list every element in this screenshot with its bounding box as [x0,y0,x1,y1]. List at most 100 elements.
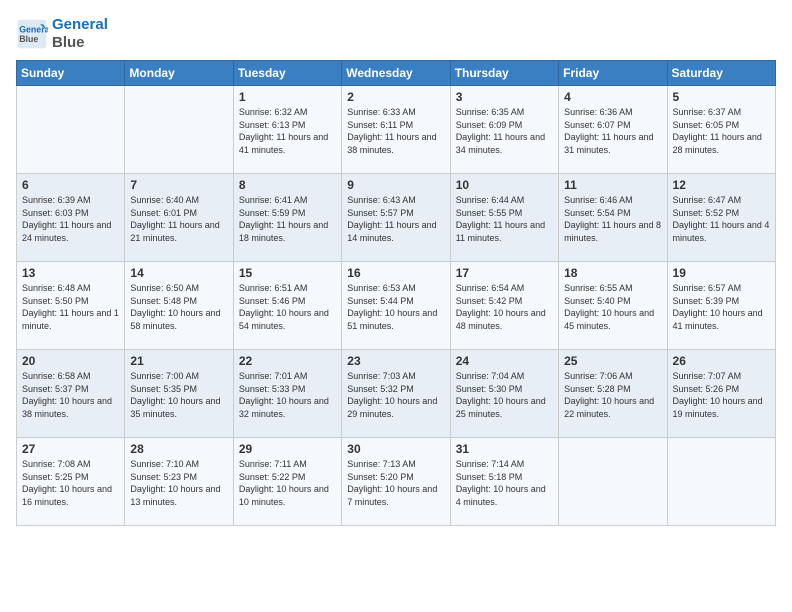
day-info: Sunrise: 7:08 AM Sunset: 5:25 PM Dayligh… [22,458,119,508]
day-info: Sunrise: 6:33 AM Sunset: 6:11 PM Dayligh… [347,106,444,156]
day-info: Sunrise: 6:51 AM Sunset: 5:46 PM Dayligh… [239,282,336,332]
day-info: Sunrise: 6:36 AM Sunset: 6:07 PM Dayligh… [564,106,661,156]
day-info: Sunrise: 7:07 AM Sunset: 5:26 PM Dayligh… [673,370,770,420]
day-number: 3 [456,90,553,104]
calendar-week-row: 6 Sunrise: 6:39 AM Sunset: 6:03 PM Daylig… [17,174,776,262]
day-header-sunday: Sunday [17,61,125,86]
calendar-cell: 24Sunrise: 7:04 AM Sunset: 5:30 PM Dayli… [450,350,558,438]
calendar-cell: 2 Sunrise: 6:33 AM Sunset: 6:11 PM Daylig… [342,86,450,174]
day-number: 11 [564,178,661,192]
calendar-cell [17,86,125,174]
day-number: 10 [456,178,553,192]
calendar-header-row: SundayMondayTuesdayWednesdayThursdayFrid… [17,61,776,86]
day-number: 9 [347,178,444,192]
day-number: 8 [239,178,336,192]
day-info: Sunrise: 6:46 AM Sunset: 5:54 PM Dayligh… [564,194,661,244]
day-info: Sunrise: 6:41 AM Sunset: 5:59 PM Dayligh… [239,194,336,244]
day-number: 12 [673,178,770,192]
calendar-cell: 3 Sunrise: 6:35 AM Sunset: 6:09 PM Daylig… [450,86,558,174]
calendar-cell: 21Sunrise: 7:00 AM Sunset: 5:35 PM Dayli… [125,350,233,438]
day-info: Sunrise: 6:32 AM Sunset: 6:13 PM Dayligh… [239,106,336,156]
day-info: Sunrise: 6:50 AM Sunset: 5:48 PM Dayligh… [130,282,227,332]
calendar-cell: 12 Sunrise: 6:47 AM Sunset: 5:52 PM Dayli… [667,174,775,262]
calendar-cell: 23 Sunrise: 7:03 AM Sunset: 5:32 PM Dayli… [342,350,450,438]
day-info: Sunrise: 6:40 AM Sunset: 6:01 PM Dayligh… [130,194,227,244]
day-info: Sunrise: 7:01 AM Sunset: 5:33 PM Dayligh… [239,370,336,420]
calendar-cell [125,86,233,174]
day-header-thursday: Thursday [450,61,558,86]
day-number: 31 [456,442,553,456]
calendar-cell [667,438,775,526]
day-info: Sunrise: 6:44 AM Sunset: 5:55 PM Dayligh… [456,194,553,244]
day-number: 17 [456,266,553,280]
calendar-cell: 4 Sunrise: 6:36 AM Sunset: 6:07 PM Daylig… [559,86,667,174]
calendar-cell: 27 Sunrise: 7:08 AM Sunset: 5:25 PM Dayli… [17,438,125,526]
day-header-monday: Monday [125,61,233,86]
calendar-cell: 18 Sunrise: 6:55 AM Sunset: 5:40 PM Dayli… [559,262,667,350]
day-info: Sunrise: 6:54 AM Sunset: 5:42 PM Dayligh… [456,282,553,332]
logo: General Blue General Blue [16,16,108,52]
calendar-body: 1 Sunrise: 6:32 AM Sunset: 6:13 PM Daylig… [17,86,776,526]
day-number: 22 [239,354,336,368]
day-number: 28 [130,442,227,456]
day-info: Sunrise: 6:43 AM Sunset: 5:57 PM Dayligh… [347,194,444,244]
day-info: Sunrise: 7:04 AM Sunset: 5:30 PM Dayligh… [456,370,553,420]
day-info: Sunrise: 6:47 AM Sunset: 5:52 PM Dayligh… [673,194,770,244]
calendar-cell: 30 Sunrise: 7:13 AM Sunset: 5:20 PM Dayli… [342,438,450,526]
day-number: 7 [130,178,227,192]
logo-icon: General Blue [16,18,48,50]
day-info: Sunrise: 6:39 AM Sunset: 6:03 PM Dayligh… [22,194,119,244]
day-number: 18 [564,266,661,280]
day-info: Sunrise: 7:06 AM Sunset: 5:28 PM Dayligh… [564,370,661,420]
calendar-cell: 28 Sunrise: 7:10 AM Sunset: 5:23 PM Dayli… [125,438,233,526]
day-number: 21 [130,354,227,368]
day-info: Sunrise: 7:03 AM Sunset: 5:32 PM Dayligh… [347,370,444,420]
day-number: 5 [673,90,770,104]
calendar-cell: 1 Sunrise: 6:32 AM Sunset: 6:13 PM Daylig… [233,86,341,174]
day-number: 27 [22,442,119,456]
calendar-table: SundayMondayTuesdayWednesdayThursdayFrid… [16,60,776,526]
day-header-saturday: Saturday [667,61,775,86]
calendar-cell: 20 Sunrise: 6:58 AM Sunset: 5:37 PM Dayli… [17,350,125,438]
day-info: Sunrise: 6:57 AM Sunset: 5:39 PM Dayligh… [673,282,770,332]
day-info: Sunrise: 6:58 AM Sunset: 5:37 PM Dayligh… [22,370,119,420]
day-info: Sunrise: 6:35 AM Sunset: 6:09 PM Dayligh… [456,106,553,156]
calendar-cell: 25 Sunrise: 7:06 AM Sunset: 5:28 PM Dayli… [559,350,667,438]
day-number: 1 [239,90,336,104]
day-number: 16 [347,266,444,280]
day-number: 15 [239,266,336,280]
day-info: Sunrise: 7:11 AM Sunset: 5:22 PM Dayligh… [239,458,336,508]
day-number: 6 [22,178,119,192]
calendar-cell: 10 Sunrise: 6:44 AM Sunset: 5:55 PM Dayli… [450,174,558,262]
day-number: 25 [564,354,661,368]
day-number: 4 [564,90,661,104]
day-info: Sunrise: 7:14 AM Sunset: 5:18 PM Dayligh… [456,458,553,508]
calendar-cell: 26 Sunrise: 7:07 AM Sunset: 5:26 PM Dayli… [667,350,775,438]
day-number: 30 [347,442,444,456]
day-info: Sunrise: 6:55 AM Sunset: 5:40 PM Dayligh… [564,282,661,332]
calendar-cell: 29 Sunrise: 7:11 AM Sunset: 5:22 PM Dayli… [233,438,341,526]
calendar-cell: 15 Sunrise: 6:51 AM Sunset: 5:46 PM Dayli… [233,262,341,350]
day-info: Sunrise: 7:13 AM Sunset: 5:20 PM Dayligh… [347,458,444,508]
calendar-cell: 22 Sunrise: 7:01 AM Sunset: 5:33 PM Dayli… [233,350,341,438]
day-header-tuesday: Tuesday [233,61,341,86]
calendar-week-row: 13Sunrise: 6:48 AM Sunset: 5:50 PM Dayli… [17,262,776,350]
day-number: 26 [673,354,770,368]
calendar-cell: 6 Sunrise: 6:39 AM Sunset: 6:03 PM Daylig… [17,174,125,262]
day-number: 29 [239,442,336,456]
day-number: 20 [22,354,119,368]
day-header-wednesday: Wednesday [342,61,450,86]
calendar-week-row: 1 Sunrise: 6:32 AM Sunset: 6:13 PM Daylig… [17,86,776,174]
calendar-cell: 8 Sunrise: 6:41 AM Sunset: 5:59 PM Daylig… [233,174,341,262]
day-number: 2 [347,90,444,104]
day-info: Sunrise: 7:10 AM Sunset: 5:23 PM Dayligh… [130,458,227,508]
day-number: 23 [347,354,444,368]
calendar-cell: 13Sunrise: 6:48 AM Sunset: 5:50 PM Dayli… [17,262,125,350]
calendar-cell: 9 Sunrise: 6:43 AM Sunset: 5:57 PM Daylig… [342,174,450,262]
svg-text:Blue: Blue [19,34,38,44]
calendar-week-row: 27 Sunrise: 7:08 AM Sunset: 5:25 PM Dayli… [17,438,776,526]
day-info: Sunrise: 6:53 AM Sunset: 5:44 PM Dayligh… [347,282,444,332]
calendar-week-row: 20 Sunrise: 6:58 AM Sunset: 5:37 PM Dayli… [17,350,776,438]
calendar-cell: 19Sunrise: 6:57 AM Sunset: 5:39 PM Dayli… [667,262,775,350]
calendar-cell: 5Sunrise: 6:37 AM Sunset: 6:05 PM Daylig… [667,86,775,174]
